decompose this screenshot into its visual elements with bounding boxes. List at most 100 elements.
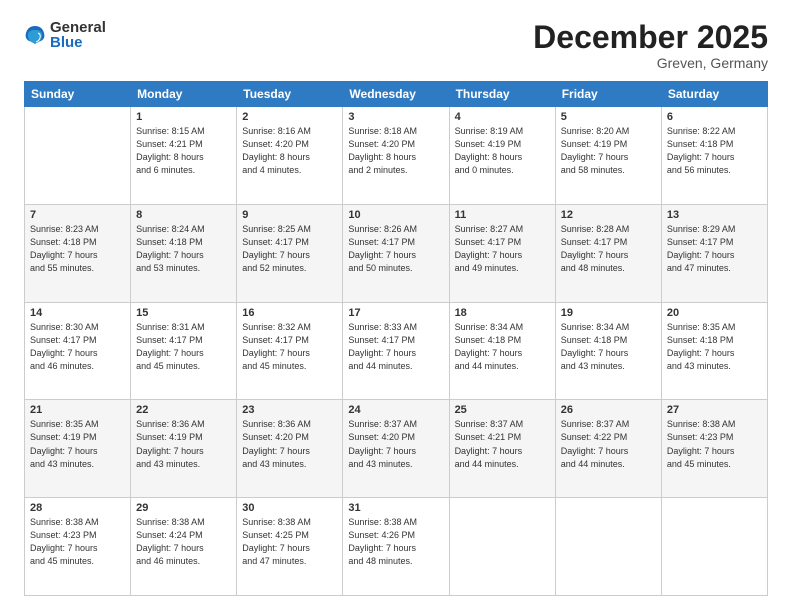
day-number: 1: [136, 111, 231, 123]
day-number: 29: [136, 502, 231, 514]
calendar-week-5: 28 Sunrise: 8:38 AM Sunset: 4:23 PM Dayli…: [25, 498, 768, 596]
calendar-cell: 13Sunrise: 8:29 AM Sunset: 4:17 PM Dayli…: [661, 204, 767, 302]
day-number: 10: [348, 209, 443, 221]
day-detail: Sunrise: 8:33 AM Sunset: 4:17 PM Dayligh…: [348, 321, 443, 373]
col-wednesday: Wednesday: [343, 82, 449, 107]
day-number: 17: [348, 307, 443, 319]
calendar-cell: [449, 498, 555, 596]
day-number: 14: [30, 307, 125, 319]
day-number: 5: [561, 111, 656, 123]
day-number: 20: [667, 307, 762, 319]
calendar-week-1: 1 Sunrise: 8:15 AM Sunset: 4:21 PM Daylig…: [25, 107, 768, 205]
day-detail: Sunrise: 8:37 AM Sunset: 4:20 PM Dayligh…: [348, 418, 443, 470]
calendar-cell: 1 Sunrise: 8:15 AM Sunset: 4:21 PM Daylig…: [131, 107, 237, 205]
calendar-cell: 22 Sunrise: 8:36 AM Sunset: 4:19 PM Dayli…: [131, 400, 237, 498]
day-detail: Sunrise: 8:20 AM Sunset: 4:19 PM Dayligh…: [561, 125, 656, 177]
header: General Blue December 2025 Greven, Germa…: [24, 20, 768, 71]
calendar-cell: 10 Sunrise: 8:26 AM Sunset: 4:17 PM Dayli…: [343, 204, 449, 302]
day-number: 3: [348, 111, 443, 123]
day-detail: Sunrise: 8:34 AM Sunset: 4:18 PM Dayligh…: [455, 321, 550, 373]
calendar-cell: 20 Sunrise: 8:35 AM Sunset: 4:18 PM Dayli…: [661, 302, 767, 400]
day-detail: Sunrise: 8:23 AM Sunset: 4:18 PM Dayligh…: [30, 223, 125, 275]
day-number: 22: [136, 404, 231, 416]
calendar-cell: 12 Sunrise: 8:28 AM Sunset: 4:17 PM Dayli…: [555, 204, 661, 302]
day-detail: Sunrise: 8:29 AM Sunset: 4:17 PM Dayligh…: [667, 223, 762, 275]
day-detail: Sunrise: 8:36 AM Sunset: 4:19 PM Dayligh…: [136, 418, 231, 470]
day-number: 27: [667, 404, 762, 416]
col-sunday: Sunday: [25, 82, 131, 107]
calendar-cell: 18Sunrise: 8:34 AM Sunset: 4:18 PM Dayli…: [449, 302, 555, 400]
day-number: 23: [242, 404, 337, 416]
col-friday: Friday: [555, 82, 661, 107]
day-detail: Sunrise: 8:38 AM Sunset: 4:23 PM Dayligh…: [30, 516, 125, 568]
calendar-table: Sunday Monday Tuesday Wednesday Thursday…: [24, 81, 768, 596]
calendar-cell: 15Sunrise: 8:31 AM Sunset: 4:17 PM Dayli…: [131, 302, 237, 400]
day-detail: Sunrise: 8:18 AM Sunset: 4:20 PM Dayligh…: [348, 125, 443, 177]
day-detail: Sunrise: 8:32 AM Sunset: 4:17 PM Dayligh…: [242, 321, 337, 373]
day-detail: Sunrise: 8:25 AM Sunset: 4:17 PM Dayligh…: [242, 223, 337, 275]
calendar-cell: 29Sunrise: 8:38 AM Sunset: 4:24 PM Dayli…: [131, 498, 237, 596]
day-detail: Sunrise: 8:22 AM Sunset: 4:18 PM Dayligh…: [667, 125, 762, 177]
calendar-cell: 17 Sunrise: 8:33 AM Sunset: 4:17 PM Dayli…: [343, 302, 449, 400]
day-detail: Sunrise: 8:26 AM Sunset: 4:17 PM Dayligh…: [348, 223, 443, 275]
day-detail: Sunrise: 8:28 AM Sunset: 4:17 PM Dayligh…: [561, 223, 656, 275]
day-detail: Sunrise: 8:38 AM Sunset: 4:23 PM Dayligh…: [667, 418, 762, 470]
day-number: 15: [136, 307, 231, 319]
calendar-cell: [555, 498, 661, 596]
calendar-cell: 3 Sunrise: 8:18 AM Sunset: 4:20 PM Daylig…: [343, 107, 449, 205]
day-number: 16: [242, 307, 337, 319]
day-detail: Sunrise: 8:15 AM Sunset: 4:21 PM Dayligh…: [136, 125, 231, 177]
calendar-cell: 2Sunrise: 8:16 AM Sunset: 4:20 PM Daylig…: [237, 107, 343, 205]
logo: General Blue: [24, 20, 106, 50]
day-number: 9: [242, 209, 337, 221]
calendar-cell: 19Sunrise: 8:34 AM Sunset: 4:18 PM Dayli…: [555, 302, 661, 400]
col-saturday: Saturday: [661, 82, 767, 107]
day-number: 4: [455, 111, 550, 123]
day-number: 6: [667, 111, 762, 123]
calendar-cell: 11 Sunrise: 8:27 AM Sunset: 4:17 PM Dayli…: [449, 204, 555, 302]
col-thursday: Thursday: [449, 82, 555, 107]
day-detail: Sunrise: 8:38 AM Sunset: 4:25 PM Dayligh…: [242, 516, 337, 568]
calendar-cell: 14 Sunrise: 8:30 AM Sunset: 4:17 PM Dayli…: [25, 302, 131, 400]
day-number: 21: [30, 404, 125, 416]
day-detail: Sunrise: 8:24 AM Sunset: 4:18 PM Dayligh…: [136, 223, 231, 275]
day-detail: Sunrise: 8:37 AM Sunset: 4:21 PM Dayligh…: [455, 418, 550, 470]
calendar-cell: 5 Sunrise: 8:20 AM Sunset: 4:19 PM Daylig…: [555, 107, 661, 205]
day-detail: Sunrise: 8:36 AM Sunset: 4:20 PM Dayligh…: [242, 418, 337, 470]
calendar-week-4: 21Sunrise: 8:35 AM Sunset: 4:19 PM Dayli…: [25, 400, 768, 498]
calendar-cell: 25Sunrise: 8:37 AM Sunset: 4:21 PM Dayli…: [449, 400, 555, 498]
title-block: December 2025 Greven, Germany: [533, 20, 768, 71]
calendar-cell: 4 Sunrise: 8:19 AM Sunset: 4:19 PM Daylig…: [449, 107, 555, 205]
calendar-cell: [25, 107, 131, 205]
day-detail: Sunrise: 8:19 AM Sunset: 4:19 PM Dayligh…: [455, 125, 550, 177]
day-detail: Sunrise: 8:30 AM Sunset: 4:17 PM Dayligh…: [30, 321, 125, 373]
day-detail: Sunrise: 8:37 AM Sunset: 4:22 PM Dayligh…: [561, 418, 656, 470]
day-number: 28: [30, 502, 125, 514]
calendar-cell: 21Sunrise: 8:35 AM Sunset: 4:19 PM Dayli…: [25, 400, 131, 498]
day-number: 26: [561, 404, 656, 416]
day-number: 2: [242, 111, 337, 123]
logo-icon: [24, 24, 46, 46]
day-number: 31: [348, 502, 443, 514]
calendar-page: General Blue December 2025 Greven, Germa…: [0, 0, 792, 612]
calendar-cell: 27 Sunrise: 8:38 AM Sunset: 4:23 PM Dayli…: [661, 400, 767, 498]
calendar-cell: 6 Sunrise: 8:22 AM Sunset: 4:18 PM Daylig…: [661, 107, 767, 205]
day-number: 19: [561, 307, 656, 319]
calendar-cell: 9 Sunrise: 8:25 AM Sunset: 4:17 PM Daylig…: [237, 204, 343, 302]
header-row: Sunday Monday Tuesday Wednesday Thursday…: [25, 82, 768, 107]
calendar-cell: 26 Sunrise: 8:37 AM Sunset: 4:22 PM Dayli…: [555, 400, 661, 498]
day-detail: Sunrise: 8:27 AM Sunset: 4:17 PM Dayligh…: [455, 223, 550, 275]
calendar-cell: 23 Sunrise: 8:36 AM Sunset: 4:20 PM Dayli…: [237, 400, 343, 498]
calendar-cell: 16 Sunrise: 8:32 AM Sunset: 4:17 PM Dayli…: [237, 302, 343, 400]
logo-text: General Blue: [50, 20, 106, 50]
day-number: 11: [455, 209, 550, 221]
day-number: 12: [561, 209, 656, 221]
day-detail: Sunrise: 8:38 AM Sunset: 4:26 PM Dayligh…: [348, 516, 443, 568]
calendar-cell: [661, 498, 767, 596]
day-number: 24: [348, 404, 443, 416]
day-detail: Sunrise: 8:35 AM Sunset: 4:18 PM Dayligh…: [667, 321, 762, 373]
logo-blue: Blue: [50, 35, 106, 50]
calendar-cell: 24 Sunrise: 8:37 AM Sunset: 4:20 PM Dayli…: [343, 400, 449, 498]
col-monday: Monday: [131, 82, 237, 107]
calendar-cell: 28 Sunrise: 8:38 AM Sunset: 4:23 PM Dayli…: [25, 498, 131, 596]
